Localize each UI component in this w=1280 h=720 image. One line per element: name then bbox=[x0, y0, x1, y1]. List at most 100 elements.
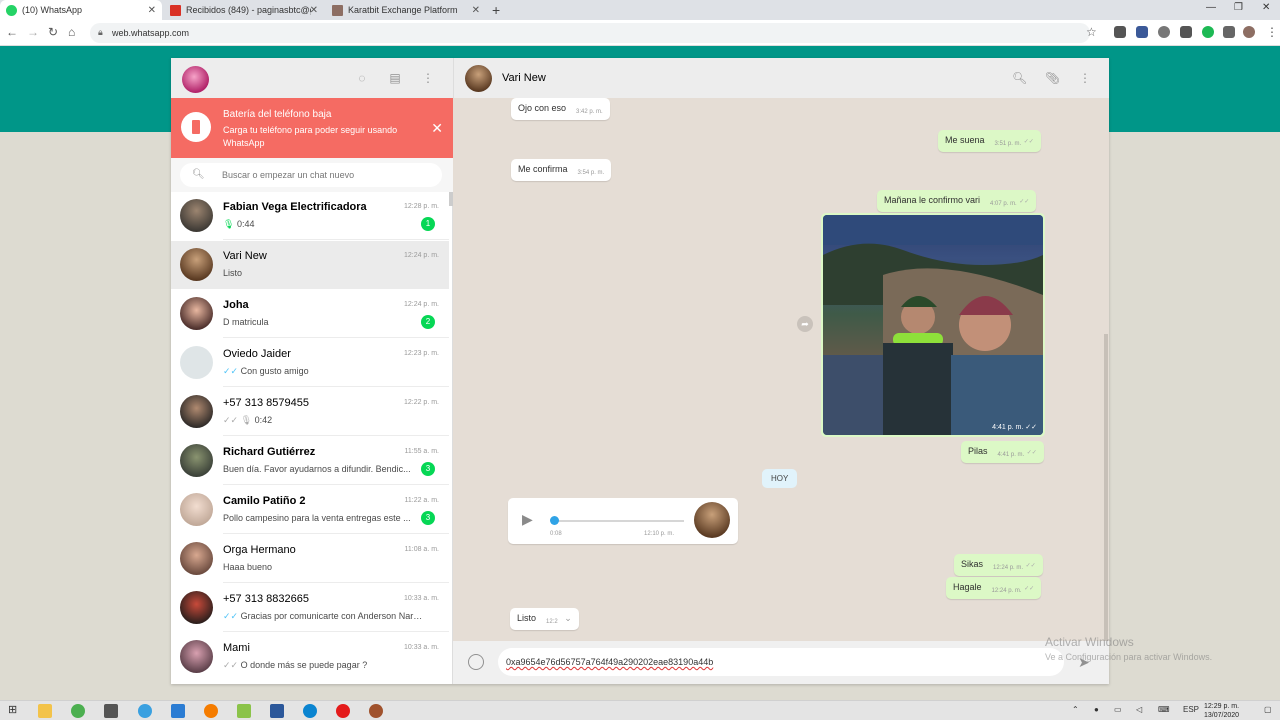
preview-text: 0:44 bbox=[236, 219, 255, 229]
close-window-icon[interactable]: ✕ bbox=[1262, 2, 1270, 13]
url-field[interactable]: 🔒︎ web.whatsapp.com bbox=[90, 23, 1090, 43]
attach-icon[interactable]: 📎︎ bbox=[1045, 71, 1060, 85]
chat-item[interactable]: Joha 12:24 p. m. D matricula 2 bbox=[171, 290, 449, 338]
notepad-icon[interactable] bbox=[237, 704, 251, 718]
chat-item[interactable]: Fabian Vega Electrificadora 12:28 p. m. … bbox=[171, 192, 449, 240]
divider bbox=[223, 582, 449, 583]
photo-content bbox=[823, 215, 1043, 435]
chat-item[interactable]: Vari New 12:24 p. m. Listo bbox=[171, 241, 449, 289]
puzzle-extension-icon[interactable] bbox=[1223, 26, 1235, 38]
audio-sender-avatar bbox=[694, 502, 730, 538]
chat-item[interactable]: Oviedo Jaider 12:23 p. m. ✓✓ Con gusto a… bbox=[171, 339, 449, 387]
tab-title: Karatbit Exchange Platform bbox=[348, 5, 458, 15]
chat-item[interactable]: Orga Hermano 11:08 a. m. Haaa bueno bbox=[171, 535, 449, 583]
bookmark-star-icon[interactable]: ☆ bbox=[1086, 25, 1097, 39]
voice-message[interactable]: ▶ 0:08 12:10 p. m. bbox=[508, 498, 738, 544]
robot-extension-icon[interactable] bbox=[1180, 26, 1192, 38]
message-outgoing[interactable]: Sikas 12:24 p. m. ✓✓ bbox=[954, 554, 1043, 576]
reload-icon[interactable]: ↻ bbox=[48, 25, 58, 39]
close-tab-icon[interactable]: ✕ bbox=[472, 5, 480, 16]
chat-time: 12:22 p. m. bbox=[403, 399, 439, 406]
word-icon[interactable] bbox=[270, 704, 284, 718]
message-outgoing[interactable]: Pilas 4:41 p. m. ✓✓ bbox=[961, 441, 1044, 463]
camera-extension-icon[interactable] bbox=[1114, 26, 1126, 38]
audio-scrubber[interactable] bbox=[550, 516, 559, 525]
back-icon[interactable]: ← bbox=[6, 25, 18, 39]
search-input[interactable]: 🔍︎ Buscar o empezar un chat nuevo bbox=[180, 163, 442, 187]
file-explorer-icon[interactable] bbox=[38, 704, 52, 718]
windows-start-icon[interactable]: ⊞ bbox=[8, 703, 17, 716]
emoji-icon[interactable] bbox=[468, 654, 484, 670]
my-avatar[interactable] bbox=[182, 66, 209, 93]
close-tab-icon[interactable]: ✕ bbox=[148, 5, 156, 16]
conversation-menu-icon[interactable]: ⋮ bbox=[1078, 71, 1092, 85]
new-tab-button[interactable]: + bbox=[492, 2, 500, 18]
close-alert-icon[interactable]: ✕ bbox=[431, 120, 443, 137]
chat-name: Oviedo Jaider bbox=[223, 348, 291, 360]
photo[interactable]: 4:41 p. m. ✓✓ bbox=[823, 215, 1043, 435]
chat-time: 11:55 a. m. bbox=[404, 448, 439, 455]
message-outgoing[interactable]: Hagale 12:24 p. m. ✓✓ bbox=[946, 577, 1042, 599]
app-icon[interactable] bbox=[204, 704, 218, 718]
profile-avatar[interactable] bbox=[1243, 26, 1255, 38]
chat-item[interactable]: Richard Gutiérrez 11:55 a. m. Buen día. … bbox=[171, 437, 449, 485]
message-incoming[interactable]: Listo 12:2 ⌄ bbox=[510, 608, 579, 630]
minimize-icon[interactable]: — bbox=[1206, 2, 1216, 13]
status-icon[interactable]: ◌ bbox=[355, 71, 369, 85]
conversation-header[interactable]: Vari New 🔍︎ 📎︎ ⋮ bbox=[453, 58, 1109, 98]
chat-item[interactable]: Camilo Patiño 2 11:22 a. m. Pollo campes… bbox=[171, 486, 449, 534]
message-input[interactable]: 0xa9654e76d56757a764f49a290202eae83190a4… bbox=[498, 648, 1064, 676]
chat-item[interactable]: +57 313 8832665 10:33 a. m. ✓✓ Gracias p… bbox=[171, 584, 449, 632]
restore-icon[interactable]: ❐ bbox=[1234, 2, 1243, 13]
ie-icon[interactable] bbox=[138, 704, 152, 718]
edge-icon[interactable] bbox=[303, 704, 317, 718]
search-placeholder: Buscar o empezar un chat nuevo bbox=[222, 170, 355, 180]
search-extension-icon[interactable] bbox=[1158, 26, 1170, 38]
network-icon[interactable]: ▭ bbox=[1114, 705, 1122, 714]
audio-progress-track[interactable] bbox=[554, 520, 684, 522]
search-messages-icon[interactable]: 🔍︎ bbox=[1012, 71, 1027, 85]
chevron-up-icon[interactable]: ⌃ bbox=[1072, 705, 1079, 714]
message-text: Ojo con eso bbox=[518, 103, 567, 113]
chrome-icon[interactable] bbox=[71, 704, 85, 718]
brave-icon[interactable] bbox=[369, 704, 383, 718]
facebook-extension-icon[interactable] bbox=[1136, 26, 1148, 38]
unread-badge: 3 bbox=[421, 511, 435, 525]
play-icon[interactable]: ▶ bbox=[522, 511, 533, 528]
forward-icon[interactable]: ➦ bbox=[797, 316, 813, 332]
tab-karatbit[interactable]: Karatbit Exchange Platform ✕ bbox=[326, 0, 486, 20]
store-icon[interactable] bbox=[104, 704, 118, 718]
conversation-scrollbar[interactable] bbox=[1104, 334, 1108, 641]
new-chat-icon[interactable]: ▤ bbox=[388, 71, 402, 85]
message-text: Me suena bbox=[945, 135, 985, 145]
notifications-icon[interactable]: ▢ bbox=[1264, 705, 1272, 714]
spotify-extension-icon[interactable] bbox=[1202, 26, 1214, 38]
home-icon[interactable]: ⌂ bbox=[68, 25, 75, 39]
volume-icon[interactable]: ◁ bbox=[1136, 705, 1142, 714]
message-incoming[interactable]: Me confirma 3:54 p. m. bbox=[511, 159, 612, 181]
system-clock[interactable]: 12:29 p. m. 13/07/2020 bbox=[1204, 702, 1239, 720]
chat-time: 11:22 a. m. bbox=[404, 497, 439, 504]
microphone-tray-icon[interactable]: ● bbox=[1094, 705, 1099, 714]
browser-menu-icon[interactable]: ⋮ bbox=[1266, 25, 1278, 39]
tab-whatsapp[interactable]: (10) WhatsApp ✕ bbox=[0, 0, 162, 20]
forward-icon[interactable]: → bbox=[27, 25, 39, 39]
calculator-icon[interactable] bbox=[171, 704, 185, 718]
preview-text: Gracias por comunicarte con Anderson Nar… bbox=[240, 611, 423, 621]
language-indicator[interactable]: ESP bbox=[1183, 705, 1199, 714]
tab-gmail[interactable]: Recibidos (849) - paginasbtc@gr ✕ bbox=[164, 0, 324, 20]
menu-icon[interactable]: ⋮ bbox=[421, 71, 435, 85]
image-message[interactable]: 4:41 p. m. ✓✓ bbox=[821, 213, 1045, 437]
message-outgoing[interactable]: Mañana le confirmo vari 4:07 p. m. ✓✓ bbox=[877, 190, 1037, 212]
contact-avatar[interactable] bbox=[465, 65, 492, 92]
chat-item[interactable]: Mami 10:33 a. m. ✓✓ O donde más se puede… bbox=[171, 633, 449, 681]
keyboard-icon[interactable]: ⌨ bbox=[1158, 705, 1170, 714]
opera-icon[interactable] bbox=[336, 704, 350, 718]
close-tab-icon[interactable]: ✕ bbox=[310, 5, 318, 16]
lock-icon: 🔒︎ bbox=[98, 27, 103, 37]
message-outgoing[interactable]: Me suena 3:51 p. m. ✓✓ bbox=[938, 130, 1041, 152]
chat-name: Camilo Patiño 2 bbox=[223, 495, 306, 507]
chevron-down-icon[interactable]: ⌄ bbox=[564, 613, 572, 623]
chat-item[interactable]: +57 313 8579455 12:22 p. m. ✓✓ 🎙︎ 0:42 bbox=[171, 388, 449, 436]
message-incoming[interactable]: Ojo con eso 3:42 p. m. bbox=[511, 98, 610, 120]
